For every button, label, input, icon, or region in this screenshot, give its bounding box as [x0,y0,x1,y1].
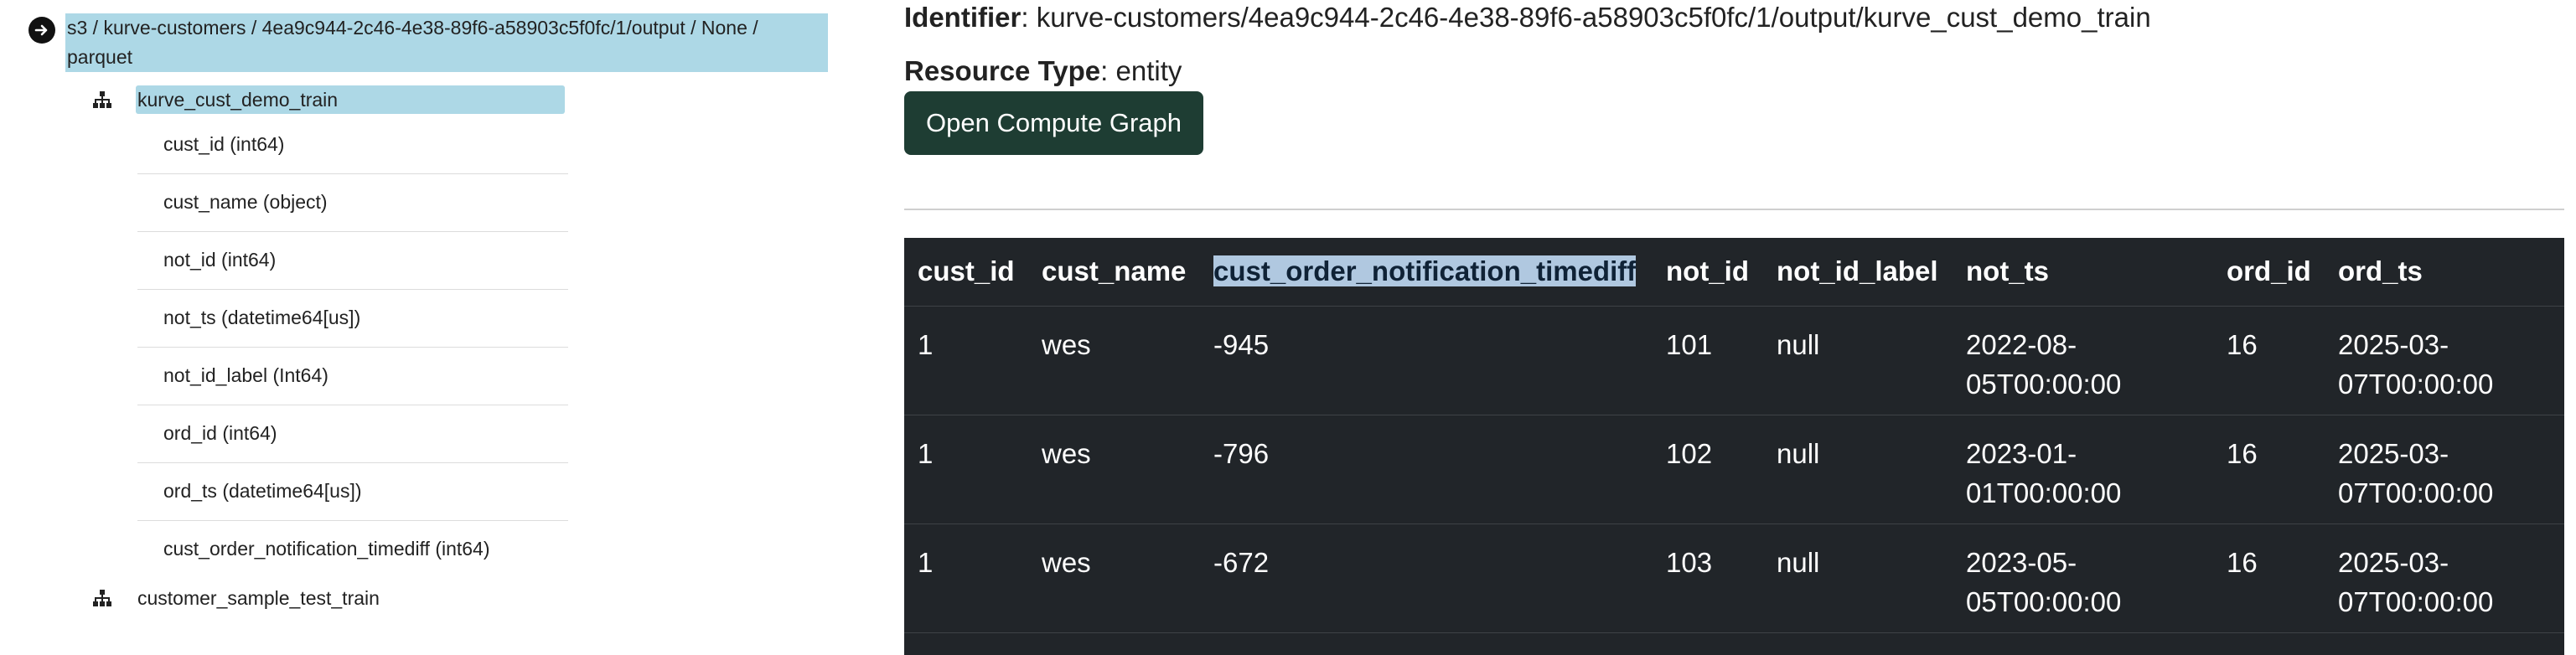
table-cell: 16 [2227,546,2258,578]
table-cell: wes [1042,546,1091,578]
arrow-right-circle-icon[interactable] [28,17,55,44]
column-item[interactable]: cust_name (object) [137,174,568,232]
table-cell: 1 [918,328,934,360]
table-row: 1 wes -672 103 null 2023-05-05T00:00:00 … [904,523,2564,632]
table-cell: wes [1042,437,1091,469]
resource-type-key: Resource Type [904,55,1101,86]
column-header[interactable]: not_ts [1953,238,2213,306]
source-node-label[interactable]: s3 / kurve-customers / 4ea9c944-2c46-4e3… [65,13,828,72]
table-cell: 102 [1666,437,1713,469]
resource-detail: Identifier: kurve-customers/4ea9c944-2c4… [904,0,2564,655]
table-cell: 1 [918,546,934,578]
divider [904,209,2564,210]
identifier-value: kurve-customers/4ea9c944-2c46-4e38-89f6-… [1036,2,2151,33]
resource-type-line: Resource Type: entity [904,55,1182,87]
column-header[interactable]: not_id [1653,238,1763,306]
schema-tree-icon [93,590,111,606]
column-item[interactable]: cust_order_notification_timediff (int64) [137,521,568,579]
table-node-label[interactable]: kurve_cust_demo_train [136,85,565,114]
table-cell: 1 [918,437,934,469]
column-header[interactable]: ord_ts [2325,238,2564,306]
table-cell: 2023-01-01T00:00:00 [1966,437,2122,508]
column-header[interactable]: ord_id [2213,238,2325,306]
column-header[interactable]: not_id_label [1763,238,1953,306]
resource-type-sep: : [1100,55,1116,86]
table-row: 1 wes -796 102 null 2023-01-01T00:00:00 … [904,415,2564,523]
table-cell: null [1777,437,1820,469]
column-list: cust_id (int64) cust_name (object) not_i… [137,116,568,579]
table-cell: 2025-03-07T00:00:00 [2338,328,2494,400]
selected-text-highlight: cust_order_notification_timediff [1213,255,1637,287]
resource-type-value: entity [1115,55,1182,86]
schema-tree-icon [93,91,111,108]
column-header[interactable]: cust_name [1028,238,1200,306]
table-cell: 16 [2227,328,2258,360]
table-cell: wes [1042,328,1091,360]
table-node-kurve-cust-demo-train[interactable]: kurve_cust_demo_train [92,85,565,114]
column-header-highlighted[interactable]: cust_order_notification_timediff [1200,238,1653,306]
column-item[interactable]: ord_ts (datetime64[us]) [137,463,568,521]
identifier-line: Identifier: kurve-customers/4ea9c944-2c4… [904,2,2151,34]
table-cell: 16 [2227,437,2258,469]
open-compute-graph-button[interactable]: Open Compute Graph [904,91,1204,155]
table-node-customer-sample-test-train[interactable]: customer_sample_test_train [92,584,565,612]
table-cell: 2022-08-05T00:00:00 [1966,328,2122,400]
table-cell: -672 [1213,546,1270,578]
table-cell: null [1777,546,1820,578]
table-cell: 2023-05-05T00:00:00 [1966,546,2122,617]
column-item[interactable]: ord_id (int64) [137,405,568,463]
identifier-sep: : [1021,2,1037,33]
data-preview-table: cust_id cust_name cust_order_notificatio… [904,238,2564,655]
column-item[interactable]: not_ts (datetime64[us]) [137,290,568,348]
table-cell: 2025-03-07T00:00:00 [2338,437,2494,508]
resource-tree: s3 / kurve-customers / 4ea9c944-2c46-4e3… [0,0,838,655]
identifier-key: Identifier [904,2,1022,33]
table-cell: 101 [1666,328,1713,360]
column-header[interactable]: cust_id [904,238,1028,306]
source-node[interactable]: s3 / kurve-customers / 4ea9c944-2c46-4e3… [28,13,828,72]
column-item[interactable]: not_id (int64) [137,232,568,290]
table-cell: -945 [1213,328,1270,360]
column-item[interactable]: cust_id (int64) [137,116,568,174]
table-cell: null [1777,328,1820,360]
table-row: 1 wes -945 101 null 2022-08-05T00:00:00 … [904,306,2564,415]
table-node-label[interactable]: customer_sample_test_train [136,584,565,612]
column-item[interactable]: not_id_label (Int64) [137,348,568,405]
table-header-row: cust_id cust_name cust_order_notificatio… [904,238,2564,306]
table-cell: 2025-03-07T00:00:00 [2338,546,2494,617]
table-cell: 103 [1666,546,1713,578]
table-cell: -796 [1213,437,1270,469]
